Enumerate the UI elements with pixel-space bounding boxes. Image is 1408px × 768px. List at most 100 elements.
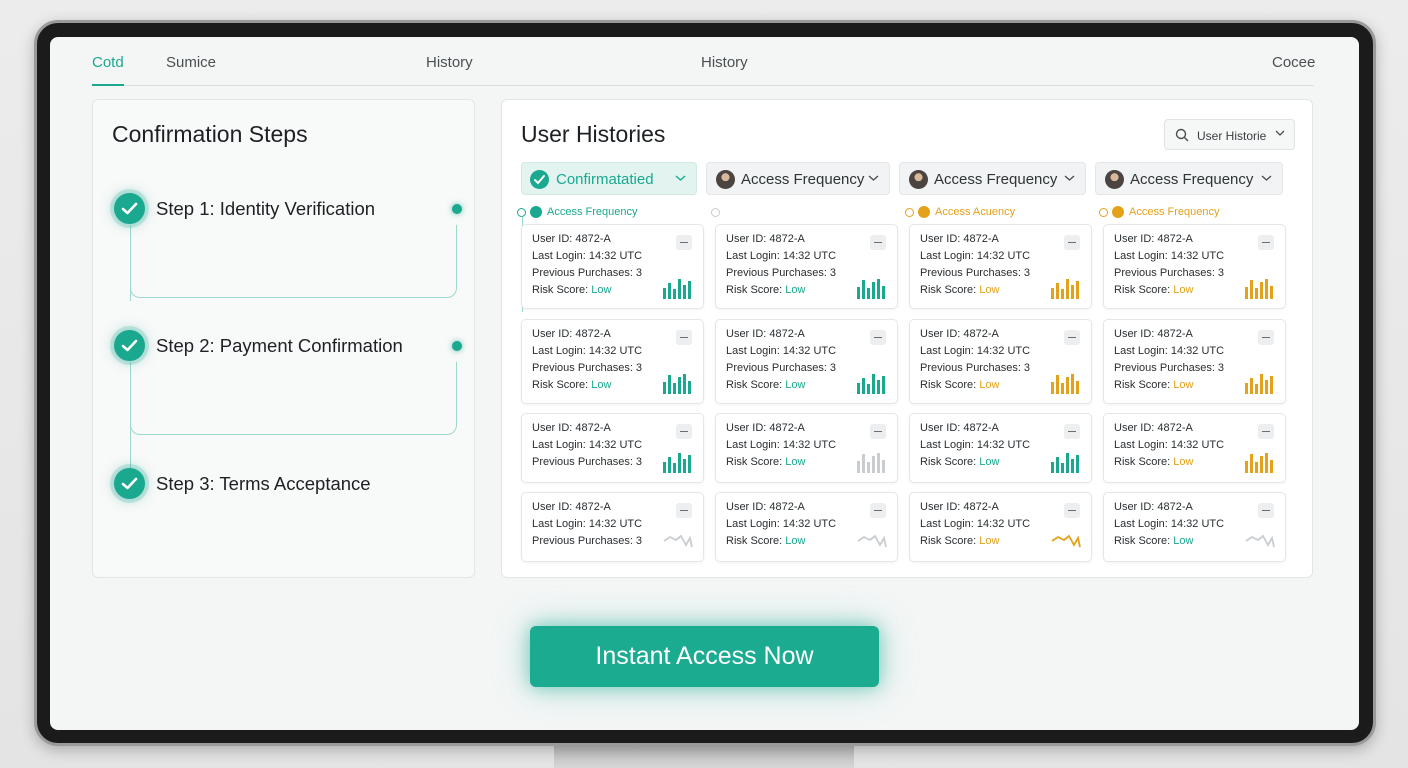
collapse-button[interactable]	[1064, 503, 1080, 518]
filter-access-frequency-2-label: Access Frequency	[934, 171, 1058, 188]
line-chart-icon	[663, 534, 693, 548]
collapse-button[interactable]	[870, 235, 886, 250]
card-last-login: Last Login: 14:32 UTC	[532, 345, 642, 357]
card-last-login: Last Login: 14:32 UTC	[920, 439, 1030, 451]
history-card[interactable]: User ID: 4872-A Last Login: 14:32 UTC Prev…	[1103, 319, 1286, 404]
tab-cotd[interactable]: Cotd	[92, 54, 124, 86]
history-card[interactable]: User ID: 4872-A Last Login: 14:32 UTC Prev…	[521, 319, 704, 404]
collapse-button[interactable]	[1064, 424, 1080, 439]
card-field-label: Last Login: 14:32 UTC	[726, 439, 837, 451]
collapse-button[interactable]	[1064, 235, 1080, 250]
collapse-button[interactable]	[1258, 330, 1274, 345]
card-field-label: User ID: 4872-A	[920, 328, 999, 340]
card-last-login: Last Login: 14:32 UTC	[920, 518, 1030, 530]
card-risk: Risk Score: Low	[920, 535, 999, 547]
step-3-label: Step 3: Terms Acceptance	[156, 473, 371, 494]
sparkline-bar	[678, 453, 681, 473]
card-risk: Risk Score: Low	[726, 379, 805, 391]
step-connector-stub-2	[130, 414, 131, 469]
card-field-label: Previous Purchases: 3	[726, 267, 837, 279]
collapse-button[interactable]	[870, 503, 886, 518]
history-card[interactable]: User ID: 4872-A Last Login: 14:32 UTC Risk…	[909, 413, 1092, 483]
card-field-label: Last Login: 14:32 UTC	[920, 439, 1031, 451]
card-risk: Risk Score: Low	[726, 284, 805, 296]
history-card[interactable]: User ID: 4872-A Last Login: 14:32 UTC Prev…	[521, 224, 704, 309]
tab-history-2[interactable]: History	[701, 54, 748, 86]
sparkline-bar	[1265, 453, 1268, 473]
card-purchases: Previous Purchases: 3	[1114, 267, 1224, 279]
sparkline-bar	[1056, 375, 1059, 394]
history-card[interactable]: User ID: 4872-A Last Login: 14:32 UTC Prev…	[715, 319, 898, 404]
tab-history-1[interactable]: History	[426, 54, 473, 86]
card-last-login: Last Login: 14:32 UTC	[1114, 345, 1224, 357]
card-last-login: Last Login: 14:32 UTC	[726, 518, 836, 530]
monitor-stand	[554, 744, 854, 768]
sparkline-bar	[668, 375, 671, 394]
collapse-button[interactable]	[1258, 503, 1274, 518]
card-purchases: Previous Purchases: 3	[532, 267, 642, 279]
card-last-login: Last Login: 14:32 UTC	[1114, 518, 1224, 530]
collapse-button[interactable]	[676, 424, 692, 439]
card-field-label: User ID: 4872-A	[1114, 422, 1193, 434]
sparkline-bar	[1250, 378, 1253, 394]
sparkline-bar	[877, 279, 880, 299]
check-icon	[114, 468, 145, 499]
line-chart-icon	[857, 534, 887, 548]
instant-access-button[interactable]: Instant Access Now	[530, 626, 879, 687]
risk-score-value: Low	[1173, 379, 1194, 391]
tab-sumice[interactable]: Sumice	[166, 54, 216, 86]
sparkline-bar	[678, 279, 681, 299]
filter-access-frequency-3-label: Access Frequency	[1130, 171, 1254, 188]
history-card[interactable]: User ID: 4872-A Last Login: 14:32 UTC Prev…	[521, 492, 704, 562]
card-field-label: Last Login: 14:32 UTC	[726, 518, 837, 530]
history-card[interactable]: User ID: 4872-A Last Login: 14:32 UTC Prev…	[715, 224, 898, 309]
history-card[interactable]: User ID: 4872-A Last Login: 14:32 UTC Prev…	[521, 413, 704, 483]
user-histories-title: User Histories	[521, 121, 666, 147]
history-card[interactable]: User ID: 4872-A Last Login: 14:32 UTC Risk…	[1103, 413, 1286, 483]
risk-score-value: Low	[1173, 284, 1194, 296]
user-history-search[interactable]: User Historie	[1164, 119, 1295, 150]
collapse-button[interactable]	[1064, 330, 1080, 345]
collapse-button[interactable]	[1258, 235, 1274, 250]
history-card[interactable]: User ID: 4872-A Last Login: 14:32 UTC Risk…	[1103, 492, 1286, 562]
sparkline-bar	[1061, 463, 1064, 473]
sparkline-bar	[857, 287, 860, 299]
avatar-icon	[716, 170, 735, 189]
sparkline-bar	[857, 461, 860, 473]
risk-score-value: Low	[1173, 535, 1194, 547]
collapse-button[interactable]	[676, 235, 692, 250]
sparkline-bar	[688, 455, 691, 473]
filter-access-frequency-1[interactable]: Access Frequency	[706, 162, 890, 195]
collapse-button[interactable]	[676, 503, 692, 518]
card-last-login: Last Login: 14:32 UTC	[532, 518, 642, 530]
confirmation-steps-title: Confirmation Steps	[112, 121, 308, 147]
risk-score-value: Low	[785, 284, 806, 296]
collapse-button[interactable]	[1258, 424, 1274, 439]
history-card[interactable]: User ID: 4872-A Last Login: 14:32 UTC Prev…	[909, 319, 1092, 404]
history-card[interactable]: User ID: 4872-A Last Login: 14:32 UTC Prev…	[909, 224, 1092, 309]
collapse-button[interactable]	[870, 424, 886, 439]
sparkline-bar	[688, 381, 691, 394]
collapse-button[interactable]	[870, 330, 886, 345]
risk-score-value: Low	[591, 284, 612, 296]
card-risk: Risk Score: Low	[1114, 456, 1193, 468]
risk-score-value: Low	[979, 379, 1000, 391]
history-card[interactable]: User ID: 4872-A Last Login: 14:32 UTC Risk…	[715, 413, 898, 483]
sparkline-bar	[872, 456, 875, 473]
collapse-button[interactable]	[676, 330, 692, 345]
tab-cocee[interactable]: Cocee	[1272, 54, 1315, 86]
sparkline-bar	[882, 376, 885, 394]
line-chart-icon	[1245, 534, 1275, 548]
sparkline-bar	[1255, 462, 1258, 473]
filter-access-frequency-2[interactable]: Access Frequency	[899, 162, 1086, 195]
sparkline-bar	[1260, 456, 1263, 473]
filter-confirmed[interactable]: Confirmatatied	[521, 162, 697, 195]
card-field-label: Last Login: 14:32 UTC	[532, 518, 643, 530]
filter-access-frequency-3[interactable]: Access Frequency	[1095, 162, 1283, 195]
card-last-login: Last Login: 14:32 UTC	[1114, 439, 1224, 451]
history-card[interactable]: User ID: 4872-A Last Login: 14:32 UTC Prev…	[1103, 224, 1286, 309]
card-risk: Risk Score: Low	[726, 535, 805, 547]
step-1-label: Step 1: Identity Verification	[156, 198, 376, 219]
history-card[interactable]: User ID: 4872-A Last Login: 14:32 UTC Risk…	[715, 492, 898, 562]
history-card[interactable]: User ID: 4872-A Last Login: 14:32 UTC Risk…	[909, 492, 1092, 562]
